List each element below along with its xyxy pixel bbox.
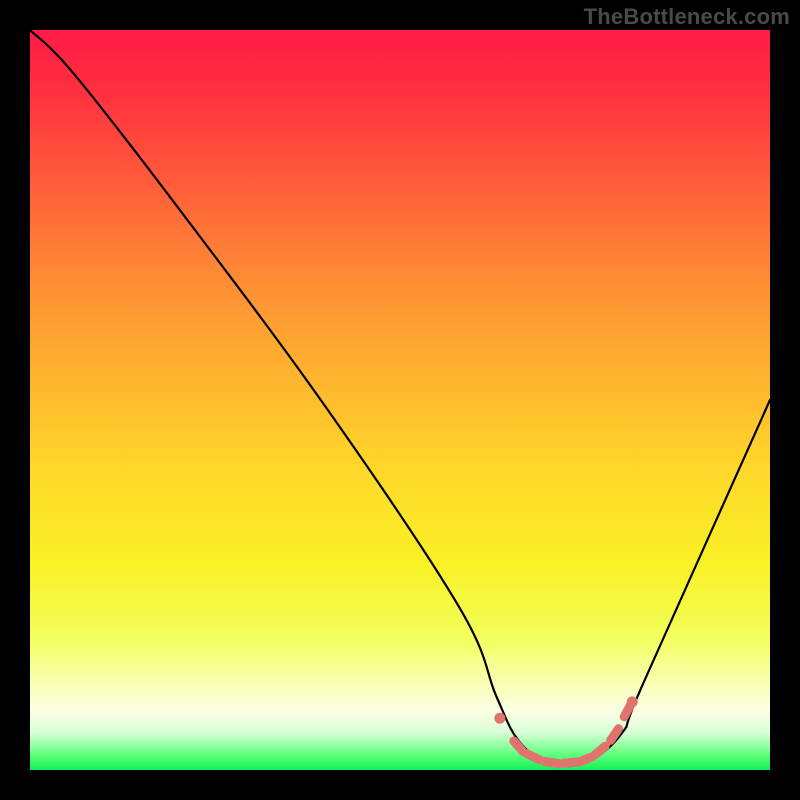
marker-dot <box>494 713 505 724</box>
highlight-markers <box>494 696 637 763</box>
marker-dash <box>579 757 592 762</box>
marker-dot <box>627 696 638 707</box>
marker-dash <box>545 761 559 763</box>
plot-area <box>30 30 770 770</box>
bottleneck-curve <box>30 30 770 766</box>
chart-frame: TheBottleneck.com <box>0 0 800 800</box>
marker-dash <box>527 754 540 760</box>
watermark-text: TheBottleneck.com <box>584 4 790 30</box>
marker-dash <box>594 746 605 755</box>
curve-svg <box>30 30 770 770</box>
